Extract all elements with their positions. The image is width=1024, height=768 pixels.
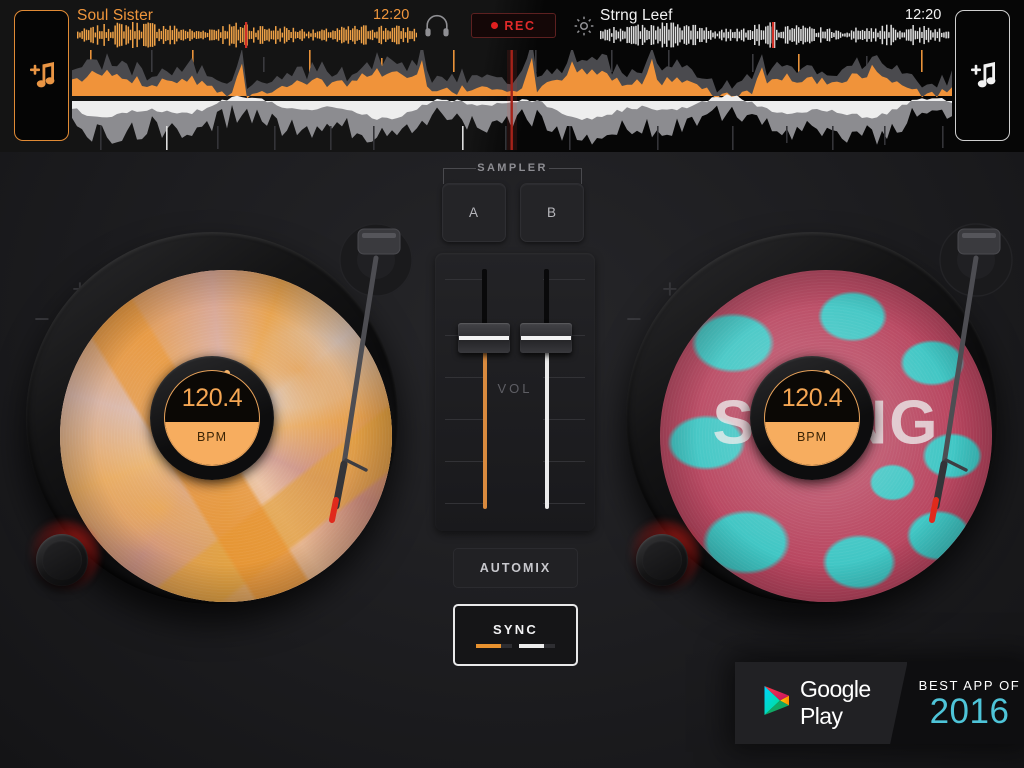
load-track-button-deck-a[interactable] — [14, 10, 69, 141]
volume-fader-deck-a[interactable] — [458, 269, 510, 515]
add-music-note-icon — [27, 58, 57, 94]
sync-bar-deck-a — [476, 644, 512, 648]
turntable-deck-a[interactable]: + − 120.4 BPM — [12, 214, 413, 614]
fader-handle-deck-a[interactable] — [458, 323, 510, 353]
vinyl-hub-deck-b: 120.4 BPM — [750, 356, 874, 480]
volume-fader-deck-b[interactable] — [520, 269, 572, 515]
volume-fader-panel: VOL — [435, 253, 595, 531]
bpm-value-deck-b: 120.4 — [781, 383, 843, 412]
google-play-icon — [763, 685, 791, 721]
load-track-button-deck-b[interactable] — [955, 10, 1010, 141]
google-play-logo-area: Google Play — [735, 662, 936, 744]
track-time-deck-a: 12:20 — [373, 7, 410, 23]
award-year: 2016 — [929, 691, 1010, 731]
sync-indicator — [476, 644, 555, 648]
deck-a-knob-cap[interactable] — [36, 534, 88, 586]
bpm-display-deck-b[interactable]: 120.4 BPM — [764, 370, 860, 466]
award-line-1: BEST APP OF — [918, 677, 1021, 693]
google-play-label: Google Play — [800, 676, 871, 729]
add-music-note-icon — [968, 58, 998, 94]
gear-icon[interactable] — [572, 14, 596, 43]
deck-b-knob-cap[interactable] — [636, 534, 688, 586]
bpm-display-deck-a[interactable]: 120.4 BPM — [164, 370, 260, 466]
pitch-decrease-marker[interactable]: − — [626, 304, 642, 335]
fader-track-deck-a — [483, 345, 487, 509]
bpm-unit-deck-b: BPM — [765, 421, 859, 465]
headphone-icon[interactable] — [424, 14, 450, 43]
record-dot-icon — [491, 22, 499, 29]
overview-waveform-deck-b[interactable] — [600, 22, 950, 48]
sync-button-label: SYNC — [493, 622, 538, 637]
fader-track-deck-b — [545, 345, 549, 509]
main-waveform[interactable] — [72, 50, 952, 150]
sampler-pad-a[interactable]: A — [442, 183, 506, 242]
record-button[interactable]: REC — [471, 13, 556, 38]
track-time-deck-b: 12:20 — [905, 7, 942, 23]
sync-button[interactable]: SYNC — [453, 604, 578, 666]
bpm-unit-deck-a: BPM — [165, 421, 259, 465]
deck-b-knob[interactable] — [628, 520, 700, 592]
turntable-deck-b[interactable]: + − STRNG 120.4 BPM — [612, 214, 1013, 614]
award-area: BEST APP OF 2016 — [907, 662, 1024, 744]
center-mixer-column: SAMPLER A B VOL AUTOMIX SYNC — [430, 152, 595, 768]
waveform-topbar: Soul Sister 12:20 Strng Leef 12:20 REC — [0, 0, 1024, 152]
sampler-pad-b[interactable]: B — [520, 183, 584, 242]
google-play-award-badge[interactable]: Google Play BEST APP OF 2016 — [735, 662, 1024, 744]
vinyl-hub-deck-a: 120.4 BPM — [150, 356, 274, 480]
deck-a-knob[interactable] — [28, 520, 100, 592]
overview-waveform-deck-a[interactable] — [77, 22, 417, 48]
record-button-label: REC — [504, 18, 536, 33]
sampler-label: SAMPLER — [477, 162, 548, 174]
sync-bar-deck-b — [519, 644, 555, 648]
bpm-value-deck-a: 120.4 — [181, 383, 243, 412]
automix-button[interactable]: AUTOMIX — [453, 548, 578, 588]
fader-handle-deck-b[interactable] — [520, 323, 572, 353]
